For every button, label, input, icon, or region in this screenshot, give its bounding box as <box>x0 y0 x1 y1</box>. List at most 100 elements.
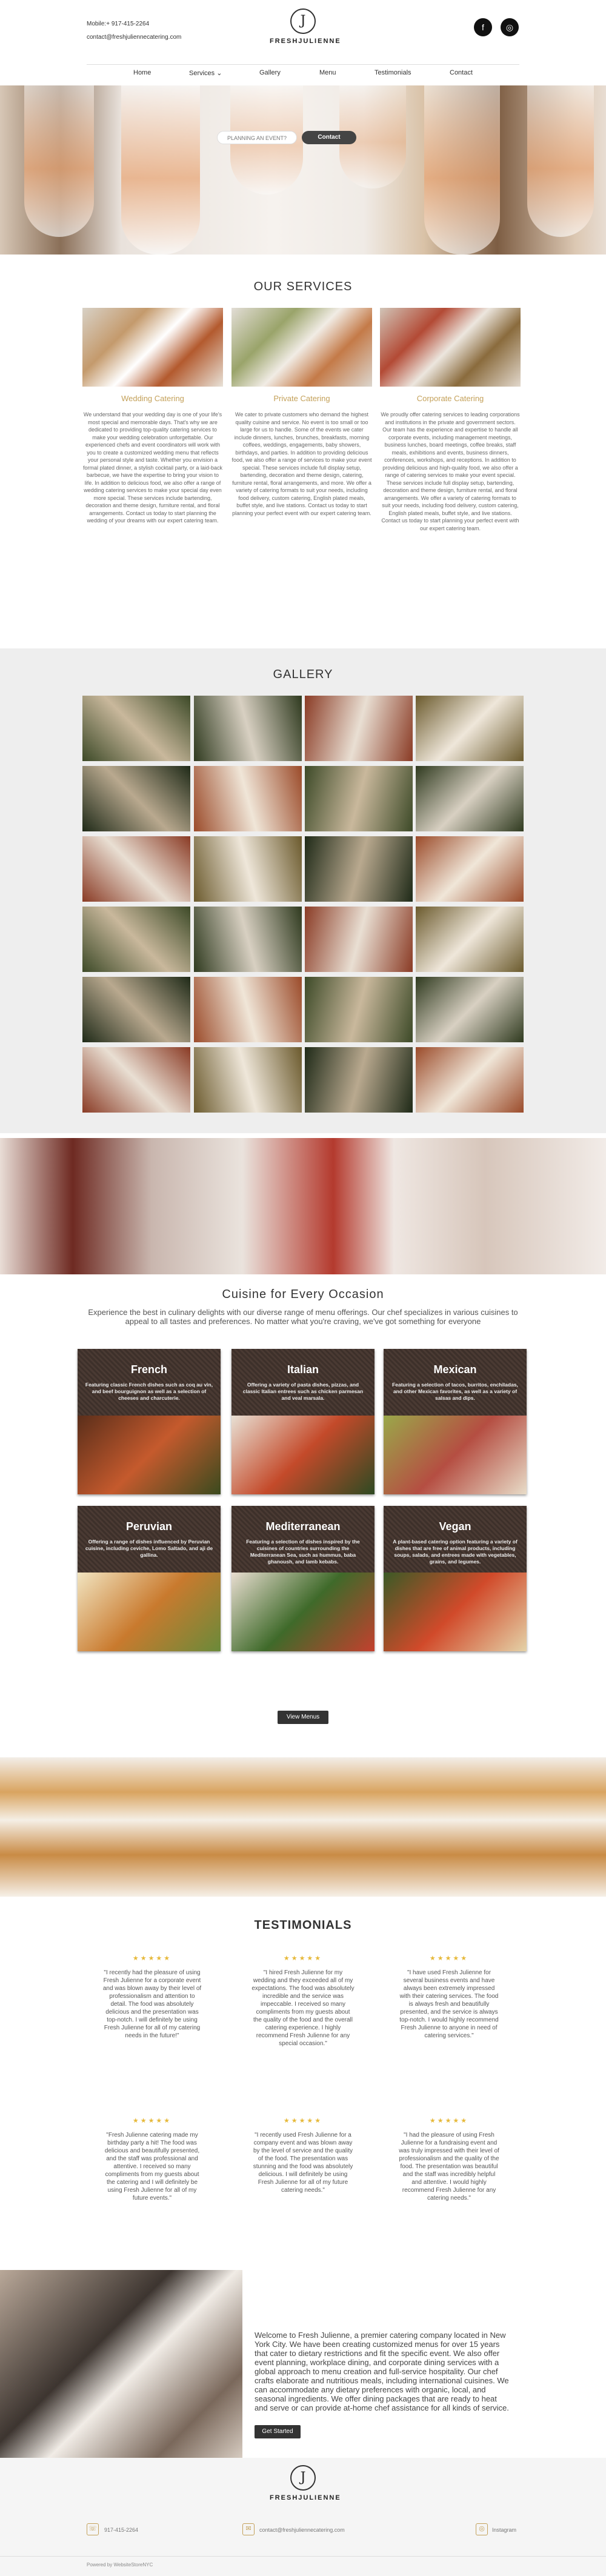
wedding-catering-title: Wedding Catering <box>121 394 184 403</box>
nav-gallery[interactable]: Gallery <box>259 69 281 76</box>
testimonial-text: "I had the pleasure of using Fresh Julie… <box>399 2132 499 2202</box>
pastry-banner-image <box>0 1757 606 1897</box>
cuisine-name: Mexican <box>433 1363 477 1376</box>
footer-email[interactable]: contact@freshjuliennecatering.com <box>259 2527 345 2533</box>
cuisine-image <box>78 1416 221 1494</box>
gallery-image[interactable] <box>305 836 413 902</box>
gallery-image[interactable] <box>194 1047 302 1113</box>
nav-testimonials[interactable]: Testimonials <box>375 69 411 76</box>
cuisine-description: A plant-based catering option featuring … <box>393 1539 518 1565</box>
star-rating: ★★★★★ <box>429 2117 469 2125</box>
logo-mark: J <box>290 8 316 34</box>
corporate-catering-image <box>380 308 521 387</box>
nav-services[interactable]: Services ⌄ <box>189 69 222 77</box>
cuisine-card[interactable]: Vegan A plant-based catering option featu… <box>384 1506 527 1651</box>
event-input[interactable]: PLANNING AN EVENT? <box>217 131 297 144</box>
nav-home[interactable]: Home <box>133 69 151 76</box>
testimonial-card: ★★★★★ "Fresh Julienne catering made my bi… <box>101 2117 204 2202</box>
nav-contact[interactable]: Contact <box>450 69 473 76</box>
gallery-image[interactable] <box>82 977 190 1042</box>
header-email[interactable]: contact@freshjuliennecatering.com <box>87 34 181 41</box>
gallery-image[interactable] <box>194 696 302 761</box>
cuisine-description: Offering a range of dishes influenced by… <box>85 1539 213 1558</box>
testimonial-card: ★★★★★ "I had the pleasure of using Fresh … <box>398 2117 501 2202</box>
gallery-image[interactable] <box>305 1047 413 1113</box>
footer-logo-mark: J <box>290 2465 316 2491</box>
about-text: Welcome to Fresh Julienne, a premier cat… <box>255 2331 509 2412</box>
gallery-image[interactable] <box>194 977 302 1042</box>
cuisine-image <box>231 1573 375 1651</box>
hero-contact-button[interactable]: Contact <box>302 131 356 144</box>
footer-logo[interactable]: J FRESHJULIENNE <box>270 2465 340 2501</box>
services-title: OUR SERVICES <box>253 280 353 293</box>
gallery-image[interactable] <box>194 907 302 972</box>
food-banner-image <box>0 1138 606 1274</box>
footer-instagram[interactable]: Instagram <box>492 2527 516 2533</box>
gallery-image[interactable] <box>194 766 302 831</box>
gallery-image[interactable] <box>194 836 302 902</box>
hero-glass <box>24 85 94 237</box>
site-logo[interactable]: J FRESHJULIENNE <box>270 8 340 45</box>
testimonial-text: "Fresh Julienne catering made my birthda… <box>104 2132 200 2202</box>
cuisine-card[interactable]: Italian Offering a variety of pasta dishe… <box>231 1349 375 1494</box>
private-catering-title: Private Catering <box>273 394 330 403</box>
facebook-icon[interactable]: f <box>474 18 492 36</box>
star-rating: ★★★★★ <box>132 1955 172 1962</box>
testimonial-card: ★★★★★ "I have used Fresh Julienne for sev… <box>398 1955 501 2040</box>
email-icon: ✉ <box>242 2523 255 2535</box>
wedding-catering-image <box>82 308 223 387</box>
cuisine-image <box>384 1573 527 1651</box>
cuisine-subtitle: Experience the best in culinary delights… <box>88 1308 518 1326</box>
powered-by[interactable]: Powered by WebsiteStoreNYC <box>87 2562 153 2568</box>
testimonial-text: "I have used Fresh Julienne for several … <box>399 1969 499 2039</box>
footer-phone[interactable]: 917-415-2264 <box>104 2527 138 2533</box>
testimonial-card: ★★★★★ "I recently had the pleasure of usi… <box>101 1955 204 2040</box>
instagram-icon[interactable]: ◎ <box>501 18 519 36</box>
cuisine-name: French <box>130 1363 167 1376</box>
cuisine-card[interactable]: French Featuring classic French dishes su… <box>78 1349 221 1494</box>
corporate-catering-title: Corporate Catering <box>416 394 484 403</box>
star-rating: ★★★★★ <box>283 1955 323 1962</box>
star-rating: ★★★★★ <box>132 2117 172 2125</box>
gallery-image[interactable] <box>305 766 413 831</box>
cuisine-name: Italian <box>287 1363 319 1376</box>
gallery-image[interactable] <box>416 977 524 1042</box>
nav-menu[interactable]: Menu <box>319 69 336 76</box>
testimonial-text: "I recently used Fresh Julienne for a co… <box>253 2132 353 2194</box>
gallery-image[interactable] <box>82 836 190 902</box>
cuisine-card[interactable]: Mexican Featuring a selection of tacos, b… <box>384 1349 527 1494</box>
gallery-image[interactable] <box>82 1047 190 1113</box>
corporate-catering-text: We proudly offer catering services to le… <box>381 411 520 531</box>
cuisine-card[interactable]: Peruvian Offering a range of dishes influ… <box>78 1506 221 1651</box>
testimonial-card: ★★★★★ "I hired Fresh Julienne for my wedd… <box>251 1955 355 2048</box>
gallery-image[interactable] <box>416 907 524 972</box>
cuisine-name: Peruvian <box>125 1520 173 1533</box>
gallery-image[interactable] <box>416 766 524 831</box>
gallery-image[interactable] <box>416 696 524 761</box>
gallery-image[interactable] <box>305 696 413 761</box>
star-rating: ★★★★★ <box>283 2117 323 2125</box>
testimonials-title: TESTIMONIALS <box>254 1919 352 1932</box>
site-header: Mobile:+ 917-415-2264 contact@freshjulie… <box>0 0 606 85</box>
cuisine-card[interactable]: Mediterranean Featuring a selection of di… <box>231 1506 375 1651</box>
private-catering-text: We cater to private customers who demand… <box>231 411 372 516</box>
get-started-button[interactable]: Get Started <box>255 2425 301 2438</box>
testimonial-card: ★★★★★ "I recently used Fresh Julienne for… <box>251 2117 355 2194</box>
gallery-image[interactable] <box>416 836 524 902</box>
star-rating: ★★★★★ <box>429 1955 469 1962</box>
gallery-image[interactable] <box>82 907 190 972</box>
view-menus-button[interactable]: View Menus <box>278 1711 328 1724</box>
cuisine-image <box>231 1416 375 1494</box>
instagram-icon: ◎ <box>476 2523 488 2535</box>
hero-glass <box>527 85 594 237</box>
gallery-image[interactable] <box>416 1047 524 1113</box>
cuisine-title: Cuisine for Every Occasion <box>222 1288 384 1301</box>
cuisine-description: Featuring classic French dishes such as … <box>85 1382 213 1401</box>
wedding-catering-text: We understand that your wedding day is o… <box>83 411 222 524</box>
cuisine-image <box>78 1573 221 1651</box>
gallery-image[interactable] <box>82 766 190 831</box>
gallery-image[interactable] <box>305 907 413 972</box>
gallery-image[interactable] <box>305 977 413 1042</box>
testimonial-text: "I recently had the pleasure of using Fr… <box>102 1969 202 2039</box>
gallery-image[interactable] <box>82 696 190 761</box>
